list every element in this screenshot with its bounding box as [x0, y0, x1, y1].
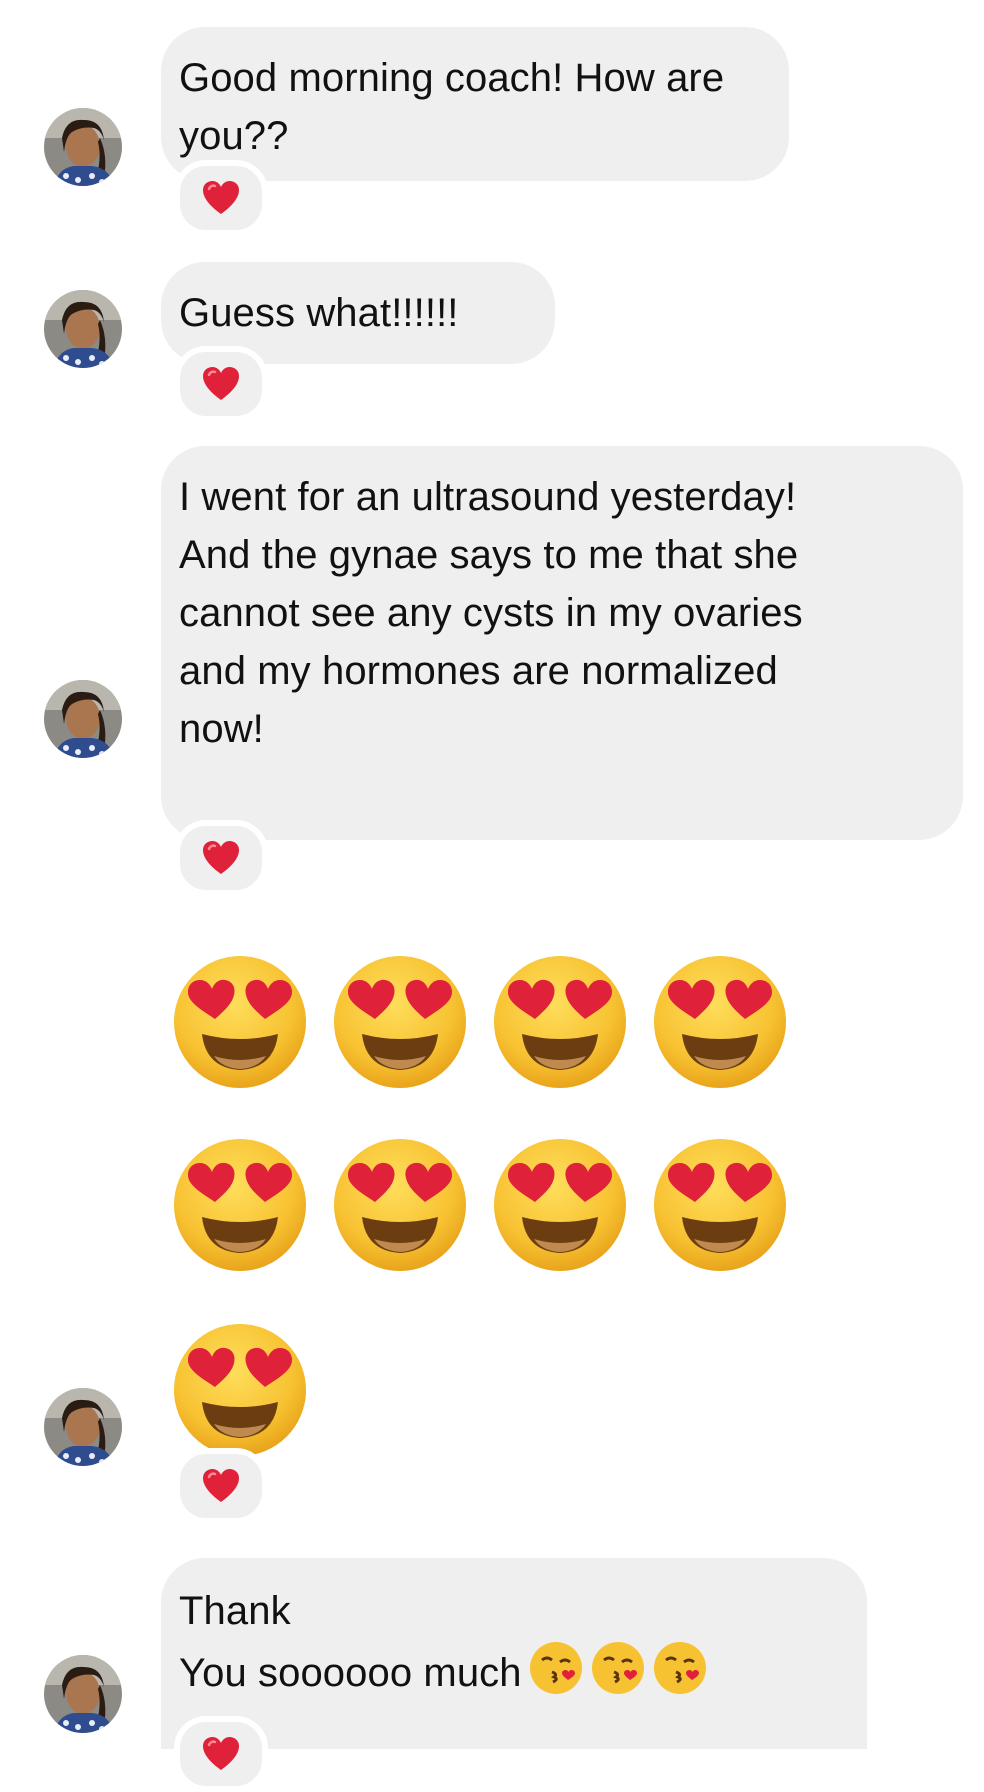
heart-eyes-emoji	[490, 952, 630, 1092]
message-bubble[interactable]: Good morning coach! How are you??	[161, 27, 789, 181]
sender-avatar[interactable]	[44, 680, 122, 758]
message-text-line: you??	[179, 114, 289, 158]
red-heart-icon	[203, 367, 239, 400]
red-heart-icon	[203, 181, 239, 214]
smiling-face-with-heart-eyes-icon	[334, 956, 466, 1088]
profile-photo	[44, 1388, 122, 1466]
message-text-line: You soooooo much	[179, 1640, 867, 1702]
reaction-badge[interactable]	[174, 1448, 268, 1524]
kissing-face-icon	[528, 1640, 584, 1696]
reaction-badge[interactable]	[174, 1716, 268, 1792]
kissing-face-icon	[590, 1640, 646, 1696]
heart-eyes-emoji	[170, 1135, 310, 1275]
message-text-line: cannot see any cysts in my ovaries	[179, 591, 803, 635]
message-text-line: and my hormones are normalized	[179, 649, 778, 693]
red-heart-icon	[203, 841, 239, 874]
message-text-line: Thank	[179, 1589, 291, 1633]
message-text-line: now!	[179, 707, 264, 751]
message-text-line: Good morning coach! How are	[179, 56, 725, 100]
smiling-face-with-heart-eyes-icon	[334, 1139, 466, 1271]
message-bubble[interactable]: I went for an ultrasound yesterday! And …	[161, 446, 963, 840]
sender-avatar[interactable]	[44, 1388, 122, 1466]
smiling-face-with-heart-eyes-icon	[654, 1139, 786, 1271]
heart-eyes-emoji	[170, 952, 310, 1092]
reaction-badge[interactable]	[174, 160, 268, 236]
heart-eyes-emoji	[650, 952, 790, 1092]
message-text-line: And the gynae says to me that she	[179, 533, 799, 577]
smiling-face-with-heart-eyes-icon	[174, 1324, 306, 1456]
sender-avatar[interactable]	[44, 108, 122, 186]
reaction-badge[interactable]	[174, 346, 268, 422]
smiling-face-with-heart-eyes-icon	[174, 956, 306, 1088]
reaction-badge[interactable]	[174, 820, 268, 896]
sender-avatar[interactable]	[44, 290, 122, 368]
profile-photo	[44, 680, 122, 758]
profile-photo	[44, 108, 122, 186]
heart-eyes-emoji	[330, 1135, 470, 1275]
profile-photo	[44, 1655, 122, 1733]
message-text-line: Guess what!!!!!!	[179, 291, 459, 335]
smiling-face-with-heart-eyes-icon	[654, 956, 786, 1088]
red-heart-icon	[203, 1469, 239, 1502]
profile-photo	[44, 290, 122, 368]
message-bubble[interactable]: Thank You soooooo much	[161, 1558, 867, 1749]
red-heart-icon	[203, 1737, 239, 1770]
heart-eyes-emoji	[490, 1135, 630, 1275]
smiling-face-with-heart-eyes-icon	[174, 1139, 306, 1271]
heart-eyes-emoji[interactable]	[170, 1320, 310, 1460]
smiling-face-with-heart-eyes-icon	[494, 1139, 626, 1271]
heart-eyes-emoji	[650, 1135, 790, 1275]
message-text: You soooooo much	[179, 1651, 522, 1695]
kissing-face-icon	[652, 1640, 708, 1696]
smiling-face-with-heart-eyes-icon	[494, 956, 626, 1088]
sender-avatar[interactable]	[44, 1655, 122, 1733]
message-text-line: I went for an ultrasound yesterday!	[179, 475, 797, 519]
heart-eyes-emoji	[330, 952, 470, 1092]
